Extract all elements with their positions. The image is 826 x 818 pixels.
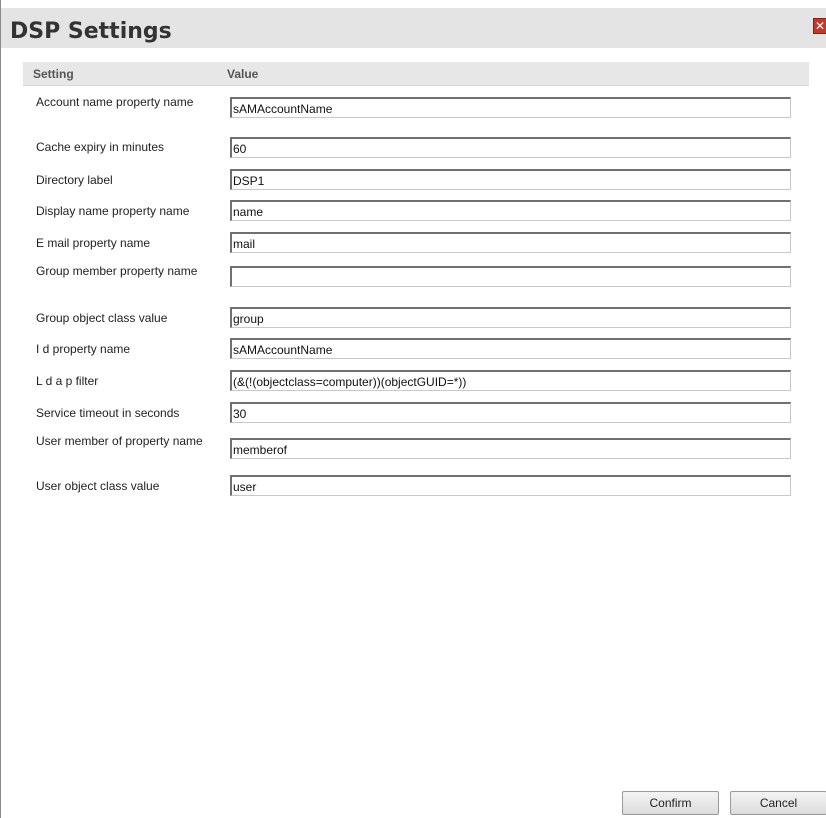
setting-row-id-property: I d property name — [23, 334, 809, 362]
group-object-class-input[interactable] — [230, 307, 791, 328]
setting-label: User member of property name — [36, 434, 203, 448]
service-timeout-input[interactable] — [230, 402, 791, 423]
background-window-edge — [1, 0, 826, 8]
id-property-input[interactable] — [230, 338, 791, 359]
setting-label: E mail property name — [36, 236, 151, 250]
settings-table-header: Setting Value — [23, 62, 809, 86]
setting-label: Account name property name — [36, 95, 194, 109]
dsp-settings-dialog: DSP Settings ✕ Setting Value Account nam… — [0, 0, 826, 818]
title-bar: DSP Settings ✕ — [1, 8, 826, 48]
setting-label: Cache expiry in minutes — [36, 140, 165, 154]
setting-label: Display name property name — [36, 204, 190, 218]
setting-label: L d a p filter — [36, 374, 99, 388]
setting-label: Group member property name — [36, 264, 198, 278]
cache-expiry-input[interactable] — [230, 137, 791, 158]
setting-row-group-member: Group member property name — [23, 264, 809, 295]
setting-row-group-object-class: Group object class value — [23, 303, 809, 331]
email-property-input[interactable] — [230, 232, 791, 253]
setting-row-cache-expiry: Cache expiry in minutes — [23, 133, 809, 161]
dialog-title: DSP Settings — [10, 19, 172, 44]
directory-label-input[interactable] — [230, 169, 791, 190]
setting-row-directory-label: Directory label — [23, 165, 809, 193]
setting-row-service-timeout: Service timeout in seconds — [23, 398, 809, 426]
setting-row-user-object-class: User object class value — [23, 471, 809, 499]
close-icon[interactable]: ✕ — [813, 18, 826, 34]
display-name-property-input[interactable] — [230, 200, 791, 221]
group-member-property-input[interactable] — [230, 266, 791, 287]
setting-label: Group object class value — [36, 311, 168, 325]
setting-row-email: E mail property name — [23, 228, 809, 256]
ldap-filter-input[interactable] — [230, 370, 791, 391]
setting-row-account-name: Account name property name — [23, 93, 809, 124]
setting-row-display-name: Display name property name — [23, 196, 809, 224]
setting-label: I d property name — [36, 342, 131, 356]
setting-label: User object class value — [36, 479, 160, 493]
user-member-of-property-input[interactable] — [230, 438, 791, 459]
value-column-header: Value — [227, 67, 259, 81]
setting-column-header: Setting — [33, 67, 74, 81]
account-name-property-input[interactable] — [230, 97, 791, 118]
user-object-class-input[interactable] — [230, 475, 791, 496]
cancel-button[interactable]: Cancel — [730, 791, 826, 815]
setting-row-ldap-filter: L d a p filter — [23, 366, 809, 394]
confirm-button[interactable]: Confirm — [622, 791, 719, 815]
setting-label: Service timeout in seconds — [36, 406, 180, 420]
setting-label: Directory label — [36, 173, 113, 187]
setting-row-user-member-of: User member of property name — [23, 434, 809, 465]
